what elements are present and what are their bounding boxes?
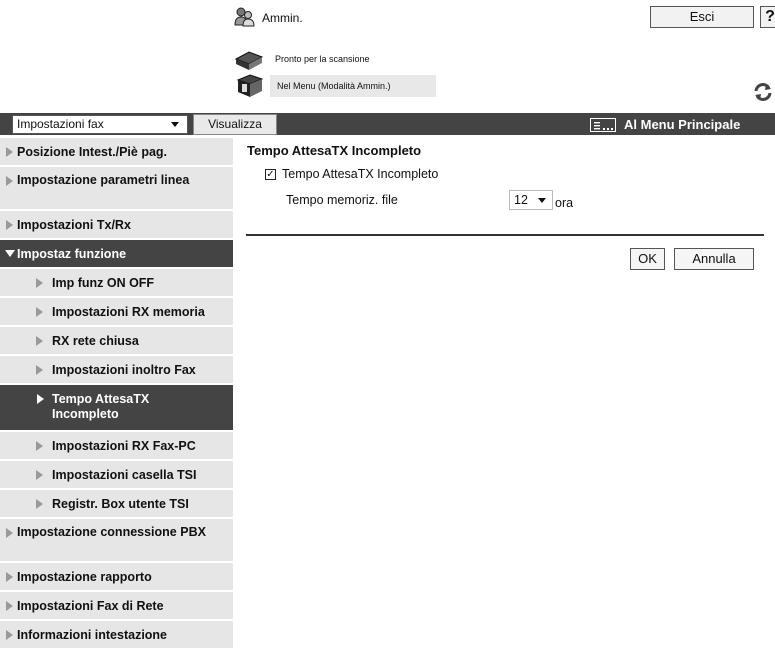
sidebar-item-report-settings[interactable]: Impostazione rapporto [0,563,233,591]
hours-unit-label: ora [555,196,574,210]
triangle-right-icon [36,441,43,451]
sidebar-item-label: Registr. Box utente TSI [52,497,189,511]
triangle-right-icon [6,572,13,582]
sidebar-item-label: Informazioni intestazione [17,628,168,642]
triangle-right-icon [36,336,43,346]
sidebar-item-line-parameters[interactable]: Impostazione parametri linea [0,167,233,210]
triangle-right-icon [6,601,13,611]
page-title: Tempo AttesaTX Incompleto [247,143,422,158]
refresh-icon[interactable] [752,81,774,103]
triangle-down-icon [5,250,15,257]
triangle-right-icon [6,176,13,186]
triangle-right-icon [36,499,43,509]
sidebar-item-label: Tempo AttesaTX Incompleto [52,392,150,421]
triangle-right-icon [36,470,43,480]
user-label: Ammin. [262,11,303,25]
triangle-right-icon [36,365,43,375]
sidebar-item-label: RX rete chiusa [52,334,139,348]
sidebar-item-tsi-user-box[interactable]: Registr. Box utente TSI [0,490,233,518]
scanner-icon [234,49,264,71]
incomplete-tx-checkbox[interactable]: ✓ [265,169,276,180]
triangle-right-icon [6,220,13,230]
sidebar-item-incomplete-tx-hold[interactable]: Tempo AttesaTX Incompleto [0,385,233,431]
sidebar-item-closed-network-rx[interactable]: RX rete chiusa [0,327,233,355]
sidebar-item-tsi-box[interactable]: Impostazioni casella TSI [0,461,233,489]
chevron-down-icon [538,198,546,203]
triangle-right-icon [36,307,43,317]
sidebar-item-label: Impostazioni inoltro Fax [52,363,196,377]
sidebar-item-label: Impostazioni RX memoria [52,305,205,319]
sidebar-item-label: Posizione Intest./Piè pag. [17,145,168,159]
main-menu-icon[interactable] [590,118,616,132]
triangle-right-icon [37,394,44,404]
sidebar-item-function-on-off[interactable]: Imp funz ON OFF [0,269,233,297]
sidebar-item-label: Impostazioni Tx/Rx [17,218,131,232]
main-menu-link[interactable]: Al Menu Principale [624,117,740,132]
chevron-down-icon [171,122,179,127]
sidebar-item-label: Impostazione connessione PBX [17,525,206,539]
sidebar-item-memory-rx[interactable]: Impostazioni RX memoria [0,298,233,326]
triangle-right-icon [6,147,13,157]
status-ready-text: Pronto per la scansione [275,54,370,64]
hours-select-value: 12 [514,193,528,207]
sidebar-item-header-footer-position[interactable]: Posizione Intest./Piè pag. [0,138,233,166]
hours-select[interactable]: 12 [509,190,553,210]
sidebar-item-pc-fax-rx[interactable]: Impostazioni RX Fax-PC [0,432,233,460]
cancel-button[interactable]: Annulla [674,248,754,270]
help-button[interactable]: ? [760,6,775,28]
status-mode-text: Nel Menu (Modalità Ammin.) [277,81,391,91]
sidebar-item-label: Imp funz ON OFF [52,276,155,290]
sidebar-item-label: Impostazione parametri linea [17,173,190,187]
sidebar-item-label: Impostazioni Fax di Rete [17,599,164,613]
exit-button[interactable]: Esci [650,6,754,28]
sidebar-item-fax-forward[interactable]: Impostazioni inoltro Fax [0,356,233,384]
triangle-right-icon [6,630,13,640]
ok-button[interactable]: OK [630,248,665,270]
function-select-value: Impostazioni fax [17,117,104,131]
sidebar-item-network-fax[interactable]: Impostazioni Fax di Rete [0,592,233,620]
admin-user-icon [234,7,256,27]
checkbox-label: Tempo AttesaTX Incompleto [282,167,439,181]
sidebar-item-tx-rx-settings[interactable]: Impostazioni Tx/Rx [0,211,233,239]
divider [246,234,764,236]
sidebar-item-label: Impostazioni casella TSI [52,468,197,482]
function-select[interactable]: Impostazioni fax [12,115,188,134]
view-button[interactable]: Visualizza [193,114,277,135]
memory-time-label: Tempo memoriz. file [286,193,398,207]
sidebar-item-label: Impostaz funzione [17,247,127,261]
triangle-right-icon [36,278,43,288]
sidebar-item-label: Impostazione rapporto [17,570,152,584]
sidebar-item-header-info[interactable]: Informazioni intestazione [0,621,233,649]
sidebar-item-label: Impostazioni RX Fax-PC [52,439,196,453]
sidebar-item-pbx-connection[interactable]: Impostazione connessione PBX [0,519,233,562]
device-icon [234,72,264,98]
sidebar-item-function-settings[interactable]: Impostaz funzione [0,240,233,268]
triangle-right-icon [6,528,13,538]
